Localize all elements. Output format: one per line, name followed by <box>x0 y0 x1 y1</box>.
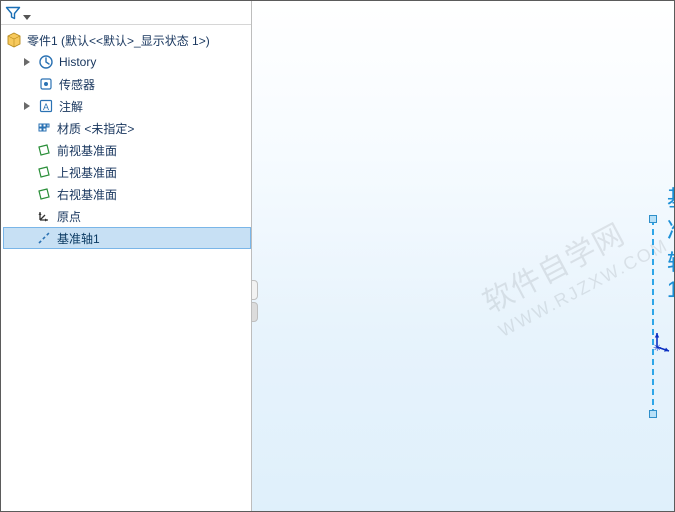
tree-root-part[interactable]: 零件1 (默认<<默认>_显示状态 1>) <box>3 29 251 51</box>
feature-tree: 零件1 (默认<<默认>_显示状态 1>) History <box>1 25 251 249</box>
tree-item-plane-front[interactable]: 前视基准面 <box>3 139 251 161</box>
tree-item-label: 原点 <box>57 208 81 225</box>
chevron-down-icon <box>23 10 31 16</box>
tree-item-label: 前视基准面 <box>57 142 117 159</box>
tree-item-label: History <box>59 55 96 69</box>
graphics-viewport[interactable]: 软件自学网 WWW.RJZXW.COM 基准轴1 ✳ <box>252 1 674 511</box>
plane-icon <box>35 163 53 181</box>
axis-annotation-label[interactable]: 基准轴1 <box>667 181 674 303</box>
tree-item-label: 基准轴1 <box>57 230 100 247</box>
watermark-line1: 软件自学网 <box>477 200 661 322</box>
expand-right-icon[interactable] <box>21 100 33 112</box>
datum-axis-line[interactable] <box>652 219 654 415</box>
watermark-line2: WWW.RJZXW.COM <box>495 233 672 342</box>
expand-right-icon[interactable] <box>21 56 33 68</box>
svg-text:A: A <box>43 102 49 112</box>
panel-splitter-handle[interactable] <box>252 279 258 323</box>
splitter-grip <box>252 302 258 322</box>
part-icon <box>5 31 23 49</box>
tree-item-plane-right[interactable]: 右视基准面 <box>3 183 251 205</box>
tree-item-history[interactable]: History <box>3 51 251 73</box>
tree-item-label: 右视基准面 <box>57 186 117 203</box>
splitter-grip <box>252 280 258 300</box>
axis-icon <box>35 229 53 247</box>
tree-item-label: 传感器 <box>59 76 95 93</box>
tree-item-annotations[interactable]: A 注解 <box>3 95 251 117</box>
origin-icon <box>35 207 53 225</box>
tree-root-label: 零件1 (默认<<默认>_显示状态 1>) <box>27 32 210 49</box>
tree-item-material[interactable]: 材质 <未指定> <box>3 117 251 139</box>
filter-bar[interactable] <box>1 1 251 25</box>
feature-tree-panel: 零件1 (默认<<默认>_显示状态 1>) History <box>1 1 252 511</box>
tree-item-plane-top[interactable]: 上视基准面 <box>3 161 251 183</box>
funnel-icon <box>5 5 21 21</box>
tree-item-label: 注解 <box>59 98 83 115</box>
material-icon <box>35 119 53 137</box>
annotation-icon: A <box>37 97 55 115</box>
origin-triad-icon: ✳ <box>647 329 673 358</box>
sensor-icon <box>37 75 55 93</box>
history-icon <box>37 53 55 71</box>
svg-text:✳: ✳ <box>653 343 661 354</box>
app-window: 零件1 (默认<<默认>_显示状态 1>) History <box>0 0 675 512</box>
plane-icon <box>35 141 53 159</box>
tree-item-sensors[interactable]: 传感器 <box>3 73 251 95</box>
tree-item-label: 材质 <未指定> <box>57 120 134 137</box>
tree-item-label: 上视基准面 <box>57 164 117 181</box>
axis-endpoint-handle[interactable] <box>649 410 657 418</box>
tree-item-axis1[interactable]: 基准轴1 <box>3 227 251 249</box>
axis-endpoint-handle[interactable] <box>649 215 657 223</box>
watermark-text: 软件自学网 WWW.RJZXW.COM <box>477 200 672 342</box>
tree-item-origin[interactable]: 原点 <box>3 205 251 227</box>
plane-icon <box>35 185 53 203</box>
